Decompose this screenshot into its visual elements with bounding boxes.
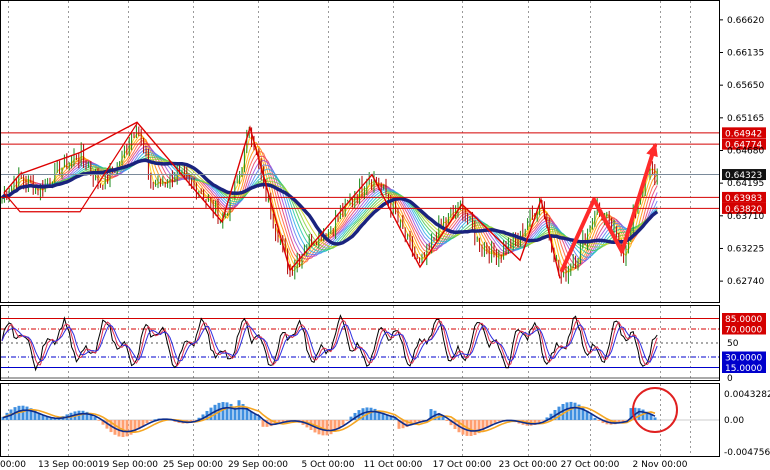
macd-histogram-bar: [469, 420, 473, 437]
time-label: 19 Sep 00:00: [98, 460, 158, 470]
price-tick-label: 0.64680: [727, 146, 764, 156]
macd-histogram-bar: [149, 420, 153, 421]
time-axis: 00:00 13 Sep 00:00 19 Sep 00:00 25 Sep 00:0…: [0, 460, 688, 470]
time-label: 27 Oct 00:00: [561, 460, 620, 470]
price-tick-label: 0.63225: [727, 244, 764, 254]
macd-histogram-bar: [569, 401, 573, 420]
price-panel-frame: [0, 0, 720, 303]
macd-histogram-bar: [325, 420, 329, 436]
price-axis: 0.66620 0.66135 0.65650 0.65165 0.64680 0.641…: [719, 16, 764, 287]
macd-histogram-bar: [497, 420, 501, 422]
macd-histogram-bar: [125, 420, 129, 437]
price-tick-label: 0.63710: [727, 212, 764, 222]
price-tick-label: 0.65165: [727, 114, 764, 124]
price-tick-label: 0.64195: [727, 179, 764, 189]
oscillator-level-label: 15.0000: [725, 364, 762, 374]
macd-histogram-bar: [593, 417, 597, 420]
trading-chart[interactable]: 0.649420.647740.639830.638200.64323 0.66…: [0, 0, 770, 470]
macd-histogram-bar: [637, 408, 641, 420]
price-tick-label: 0.65650: [727, 81, 764, 91]
macd-histogram-bar: [81, 410, 85, 420]
macd-histogram-bar: [541, 420, 545, 421]
macd-tick-label: 0.00: [724, 416, 744, 426]
oscillator-tick-label: 50: [727, 339, 739, 349]
macd-histogram-bar: [145, 420, 149, 424]
macd-histogram-bar: [97, 420, 101, 421]
macd-histogram-bar: [573, 402, 577, 420]
oscillator-level-label: 70.0000: [725, 326, 762, 336]
macd-histogram-bar: [21, 405, 25, 420]
oscillator-axis: 85.000070.00005030.000015.00000: [722, 313, 766, 384]
macd-histogram-bar: [589, 414, 593, 420]
macd-histogram-bar: [597, 420, 601, 421]
time-label: 00:00: [0, 460, 26, 470]
macd-histogram-bar: [341, 420, 345, 425]
macd-histogram-bar: [225, 402, 229, 420]
macd-histogram-bar: [493, 420, 497, 423]
price-level-label: 0.63983: [725, 194, 762, 204]
macd-axis: 0.0043282 0.00 -0.0047564: [724, 390, 770, 458]
price-level-label: 0.64942: [725, 129, 762, 139]
price-tick-label: 0.62740: [727, 277, 764, 287]
macd-histogram-bar: [441, 416, 445, 420]
macd-histogram-bar: [653, 417, 657, 420]
macd-histogram-bar: [445, 420, 449, 422]
macd-tick-label: 0.0043282: [724, 390, 770, 400]
macd-histogram-bar: [25, 406, 29, 420]
time-label: 5 Oct 00:00: [302, 460, 355, 470]
price-tick-label: 0.66135: [727, 49, 764, 59]
macd-histogram-bar: [93, 417, 97, 420]
macd-histogram-bar: [473, 420, 477, 436]
price-tick-label: 0.66620: [727, 16, 764, 26]
time-label: 29 Sep 00:00: [228, 460, 288, 470]
macd-tick-label: -0.0047564: [724, 448, 770, 458]
time-label: 23 Oct 00:00: [499, 460, 558, 470]
oscillator-tick-label: 0: [727, 374, 733, 384]
time-label: 17 Oct 00:00: [433, 460, 492, 470]
time-label: 13 Sep 00:00: [38, 460, 98, 470]
macd-histogram-bar: [237, 400, 241, 420]
macd-histogram-bar: [369, 407, 373, 420]
time-label: 2 Nov 00:00: [633, 460, 688, 470]
time-label: 25 Sep 00:00: [163, 460, 223, 470]
time-label: 11 Oct 00:00: [364, 460, 423, 470]
macd-histogram-bar: [329, 420, 333, 435]
macd-histogram-bar: [345, 420, 349, 421]
